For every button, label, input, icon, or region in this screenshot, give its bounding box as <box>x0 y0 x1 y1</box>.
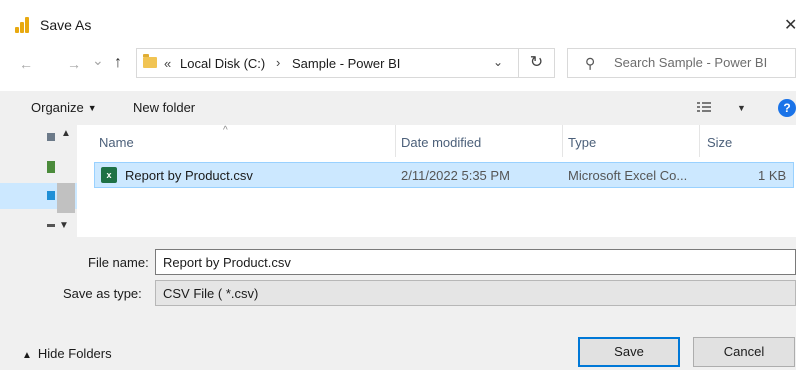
sort-ascending-icon: ^ <box>223 125 228 136</box>
breadcrumb-local-disk[interactable]: Local Disk (C:) <box>180 56 265 71</box>
file-type: Microsoft Excel Co... <box>568 168 688 183</box>
scroll-down-icon[interactable]: ▼ <box>59 220 69 231</box>
view-options-icon[interactable] <box>697 101 711 113</box>
column-header-name[interactable]: Name <box>99 135 134 150</box>
command-bar: Organize ▼ New folder ▼ ? <box>0 91 796 125</box>
power-bi-icon <box>15 17 31 33</box>
file-list: ^ Name Date modified Type Size x Report … <box>77 125 796 237</box>
nav-item-icon[interactable] <box>47 191 55 200</box>
breadcrumb-sample-power-bi[interactable]: Sample - Power BI <box>292 56 400 71</box>
save-as-dialog: Save As ✕ ← → ⌄ ↑ « Local Disk (C:) › Sa… <box>0 0 796 370</box>
back-icon[interactable]: ← <box>19 56 33 72</box>
new-folder-button[interactable]: New folder <box>133 100 195 115</box>
hide-folders-button[interactable]: ▲ Hide Folders <box>22 346 112 361</box>
nav-item-icon[interactable] <box>47 161 55 173</box>
cancel-button[interactable]: Cancel <box>693 337 795 367</box>
search-box[interactable]: ⚲ <box>567 48 796 78</box>
file-size: 1 KB <box>758 168 787 183</box>
scrollbar-thumb[interactable] <box>57 183 75 213</box>
save-type-select[interactable]: CSV File ( *.csv) <box>155 280 796 306</box>
excel-csv-icon: x <box>101 167 117 183</box>
save-button[interactable]: Save <box>578 337 680 367</box>
scroll-up-icon[interactable]: ▲ <box>61 128 71 139</box>
title-bar: Save As ✕ <box>0 0 796 46</box>
file-date-modified: 2/11/2022 5:35 PM <box>401 168 510 183</box>
nav-item-icon[interactable] <box>47 224 55 227</box>
file-name-field[interactable] <box>155 249 796 275</box>
refresh-button[interactable]: ↻ <box>519 48 555 78</box>
recent-locations-icon[interactable]: ⌄ <box>92 52 104 69</box>
file-row[interactable]: x Report by Product.csv 2/11/2022 5:35 P… <box>94 162 794 188</box>
save-options-panel: File name: Save as type: CSV File ( *.cs… <box>0 237 796 370</box>
navigation-pane: ▲ ▼ <box>0 125 77 237</box>
folder-icon <box>143 54 157 68</box>
view-dropdown-icon[interactable]: ▼ <box>737 103 746 113</box>
forward-icon[interactable]: → <box>67 56 81 72</box>
file-name: Report by Product.csv <box>125 168 253 183</box>
column-header-date[interactable]: Date modified <box>401 135 481 150</box>
column-divider[interactable] <box>699 125 700 157</box>
column-divider[interactable] <box>562 125 563 157</box>
close-button[interactable]: ✕ <box>784 15 796 35</box>
nav-item-icon[interactable] <box>47 133 55 141</box>
up-icon[interactable]: ↑ <box>114 54 122 72</box>
address-dropdown-icon[interactable]: ⌄ <box>493 55 503 69</box>
chevron-down-icon: ▼ <box>87 103 97 113</box>
column-header-size[interactable]: Size <box>707 135 732 150</box>
save-type-label: Save as type: <box>63 286 142 301</box>
refresh-icon: ↻ <box>529 54 544 71</box>
hide-folders-label: Hide Folders <box>37 346 112 361</box>
window-title: Save As <box>40 17 92 33</box>
help-icon[interactable]: ? <box>778 99 796 117</box>
search-input[interactable] <box>614 55 792 70</box>
column-header-type[interactable]: Type <box>568 135 596 150</box>
breadcrumb-separator: › <box>276 55 281 70</box>
chevron-up-icon: ▲ <box>22 350 32 361</box>
file-name-label: File name: <box>88 255 149 270</box>
organize-button[interactable]: Organize ▼ <box>31 100 97 115</box>
organize-label: Organize <box>31 100 84 115</box>
column-divider[interactable] <box>395 125 396 157</box>
address-bar[interactable]: « Local Disk (C:) › Sample - Power BI ⌄ <box>136 48 519 78</box>
breadcrumb-overflow[interactable]: « <box>164 56 171 71</box>
search-icon: ⚲ <box>585 55 596 71</box>
